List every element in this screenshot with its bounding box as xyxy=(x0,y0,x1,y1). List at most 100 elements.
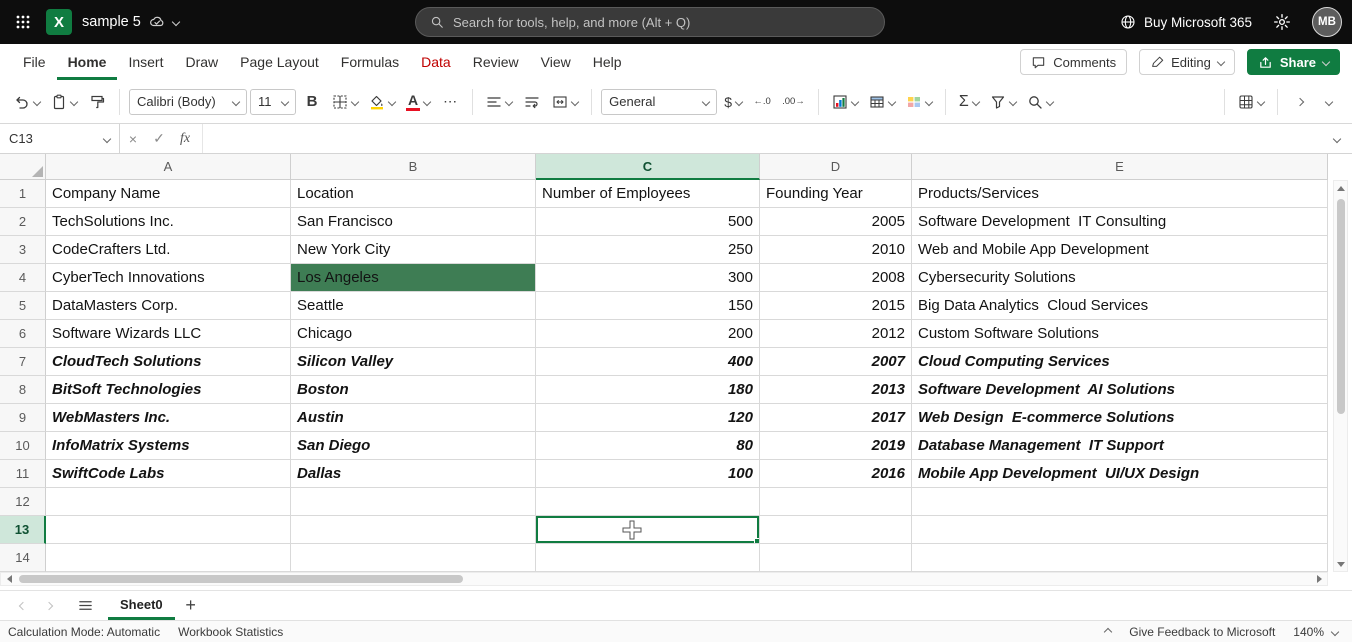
menu-view[interactable]: View xyxy=(530,44,582,80)
menu-formulas[interactable]: Formulas xyxy=(330,44,410,80)
cell-styles-button[interactable] xyxy=(902,87,936,117)
buy-microsoft-365-button[interactable]: Buy Microsoft 365 xyxy=(1120,14,1252,30)
cell-E13[interactable] xyxy=(912,516,1328,544)
cell-E9[interactable]: Web Design E-commerce Solutions xyxy=(912,404,1328,432)
cell-D12[interactable] xyxy=(760,488,912,516)
find-button[interactable] xyxy=(1023,87,1057,117)
cell-C3[interactable]: 250 xyxy=(536,236,760,264)
cell-B1[interactable]: Location xyxy=(291,180,536,208)
menu-file[interactable]: File xyxy=(12,44,57,80)
font-name-select[interactable]: Calibri (Body) xyxy=(129,89,247,115)
share-button[interactable]: Share xyxy=(1247,49,1340,75)
wrap-text-button[interactable] xyxy=(519,87,545,117)
cell-C4[interactable]: 300 xyxy=(536,264,760,292)
chevron-up-icon[interactable] xyxy=(1104,627,1112,635)
cell-B14[interactable] xyxy=(291,544,536,572)
cell-D1[interactable]: Founding Year xyxy=(760,180,912,208)
borders-button[interactable] xyxy=(328,87,362,117)
cell-B8[interactable]: Boston xyxy=(291,376,536,404)
cell-A2[interactable]: TechSolutions Inc. xyxy=(46,208,291,236)
cell-E11[interactable]: Mobile App Development UI/UX Design xyxy=(912,460,1328,488)
cell-B4[interactable]: Los Angeles xyxy=(291,264,536,292)
cell-D6[interactable]: 2012 xyxy=(760,320,912,348)
cell-C13[interactable] xyxy=(536,516,760,544)
cell-A12[interactable] xyxy=(46,488,291,516)
cell-D14[interactable] xyxy=(760,544,912,572)
cell-E14[interactable] xyxy=(912,544,1328,572)
cell-A5[interactable]: DataMasters Corp. xyxy=(46,292,291,320)
column-header-D[interactable]: D xyxy=(760,154,912,180)
cell-C8[interactable]: 180 xyxy=(536,376,760,404)
row-header-3[interactable]: 3 xyxy=(0,236,46,264)
cell-E4[interactable]: Cybersecurity Solutions xyxy=(912,264,1328,292)
app-launcher-button[interactable] xyxy=(0,0,46,44)
cell-E3[interactable]: Web and Mobile App Development xyxy=(912,236,1328,264)
vertical-scroll-thumb[interactable] xyxy=(1337,199,1345,414)
cell-D9[interactable]: 2017 xyxy=(760,404,912,432)
more-font-options-button[interactable]: ⋯ xyxy=(437,87,463,117)
add-sheet-button[interactable]: + xyxy=(175,591,207,620)
row-header-14[interactable]: 14 xyxy=(0,544,46,572)
cell-A14[interactable] xyxy=(46,544,291,572)
all-sheets-button[interactable] xyxy=(70,591,100,620)
cell-C11[interactable]: 100 xyxy=(536,460,760,488)
expand-formula-bar-button[interactable] xyxy=(1322,124,1352,153)
menu-insert[interactable]: Insert xyxy=(117,44,174,80)
prev-sheet-button[interactable] xyxy=(10,591,36,620)
cell-E8[interactable]: Software Development AI Solutions xyxy=(912,376,1328,404)
scroll-right-button[interactable] xyxy=(1311,573,1327,585)
ribbon-overflow-button[interactable] xyxy=(1287,87,1313,117)
undo-button[interactable] xyxy=(10,87,44,117)
more-tools-button[interactable] xyxy=(1234,87,1268,117)
cell-B7[interactable]: Silicon Valley xyxy=(291,348,536,376)
select-all-button[interactable] xyxy=(0,154,46,180)
cell-D5[interactable]: 2015 xyxy=(760,292,912,320)
menu-data[interactable]: Data xyxy=(410,44,462,80)
scroll-down-button[interactable] xyxy=(1334,557,1347,571)
cell-B9[interactable]: Austin xyxy=(291,404,536,432)
insert-function-button[interactable]: fx xyxy=(172,124,198,153)
enter-button[interactable]: ✓ xyxy=(146,124,172,153)
format-as-table-button[interactable] xyxy=(865,87,899,117)
row-header-6[interactable]: 6 xyxy=(0,320,46,348)
zoom-control[interactable]: 140% xyxy=(1293,625,1338,639)
cell-D7[interactable]: 2007 xyxy=(760,348,912,376)
alignment-button[interactable] xyxy=(482,87,516,117)
cell-E12[interactable] xyxy=(912,488,1328,516)
calculation-mode[interactable]: Calculation Mode: Automatic xyxy=(8,625,160,639)
feedback-link[interactable]: Give Feedback to Microsoft xyxy=(1129,625,1275,639)
excel-logo-icon[interactable]: X xyxy=(46,9,72,35)
vertical-scrollbar[interactable] xyxy=(1333,180,1348,572)
sort-filter-button[interactable] xyxy=(986,87,1020,117)
settings-button[interactable] xyxy=(1266,6,1298,38)
cell-E5[interactable]: Big Data Analytics Cloud Services xyxy=(912,292,1328,320)
cell-B2[interactable]: San Francisco xyxy=(291,208,536,236)
formula-input[interactable] xyxy=(202,124,1322,153)
increase-decimal-button[interactable]: .00→ xyxy=(778,87,809,117)
menu-help[interactable]: Help xyxy=(582,44,633,80)
row-header-11[interactable]: 11 xyxy=(0,460,46,488)
scroll-left-button[interactable] xyxy=(1,573,17,585)
autosum-button[interactable]: Σ xyxy=(955,87,983,117)
cell-B13[interactable] xyxy=(291,516,536,544)
row-header-1[interactable]: 1 xyxy=(0,180,46,208)
cell-C14[interactable] xyxy=(536,544,760,572)
cell-E1[interactable]: Products/Services xyxy=(912,180,1328,208)
row-header-12[interactable]: 12 xyxy=(0,488,46,516)
cell-C6[interactable]: 200 xyxy=(536,320,760,348)
document-title[interactable]: sample 5 xyxy=(82,14,141,30)
search-box[interactable]: Search for tools, help, and more (Alt + … xyxy=(415,7,885,37)
cancel-button[interactable]: × xyxy=(120,124,146,153)
cell-D10[interactable]: 2019 xyxy=(760,432,912,460)
cell-A1[interactable]: Company Name xyxy=(46,180,291,208)
currency-button[interactable]: $ xyxy=(720,87,746,117)
comments-button[interactable]: Comments xyxy=(1020,49,1127,75)
cell-C7[interactable]: 400 xyxy=(536,348,760,376)
row-header-9[interactable]: 9 xyxy=(0,404,46,432)
vertical-scroll-track[interactable] xyxy=(1334,195,1347,557)
font-size-select[interactable]: 11 xyxy=(250,89,296,115)
cell-E7[interactable]: Cloud Computing Services xyxy=(912,348,1328,376)
horizontal-scrollbar[interactable] xyxy=(0,572,1328,586)
cell-C2[interactable]: 500 xyxy=(536,208,760,236)
next-sheet-button[interactable] xyxy=(36,591,62,620)
